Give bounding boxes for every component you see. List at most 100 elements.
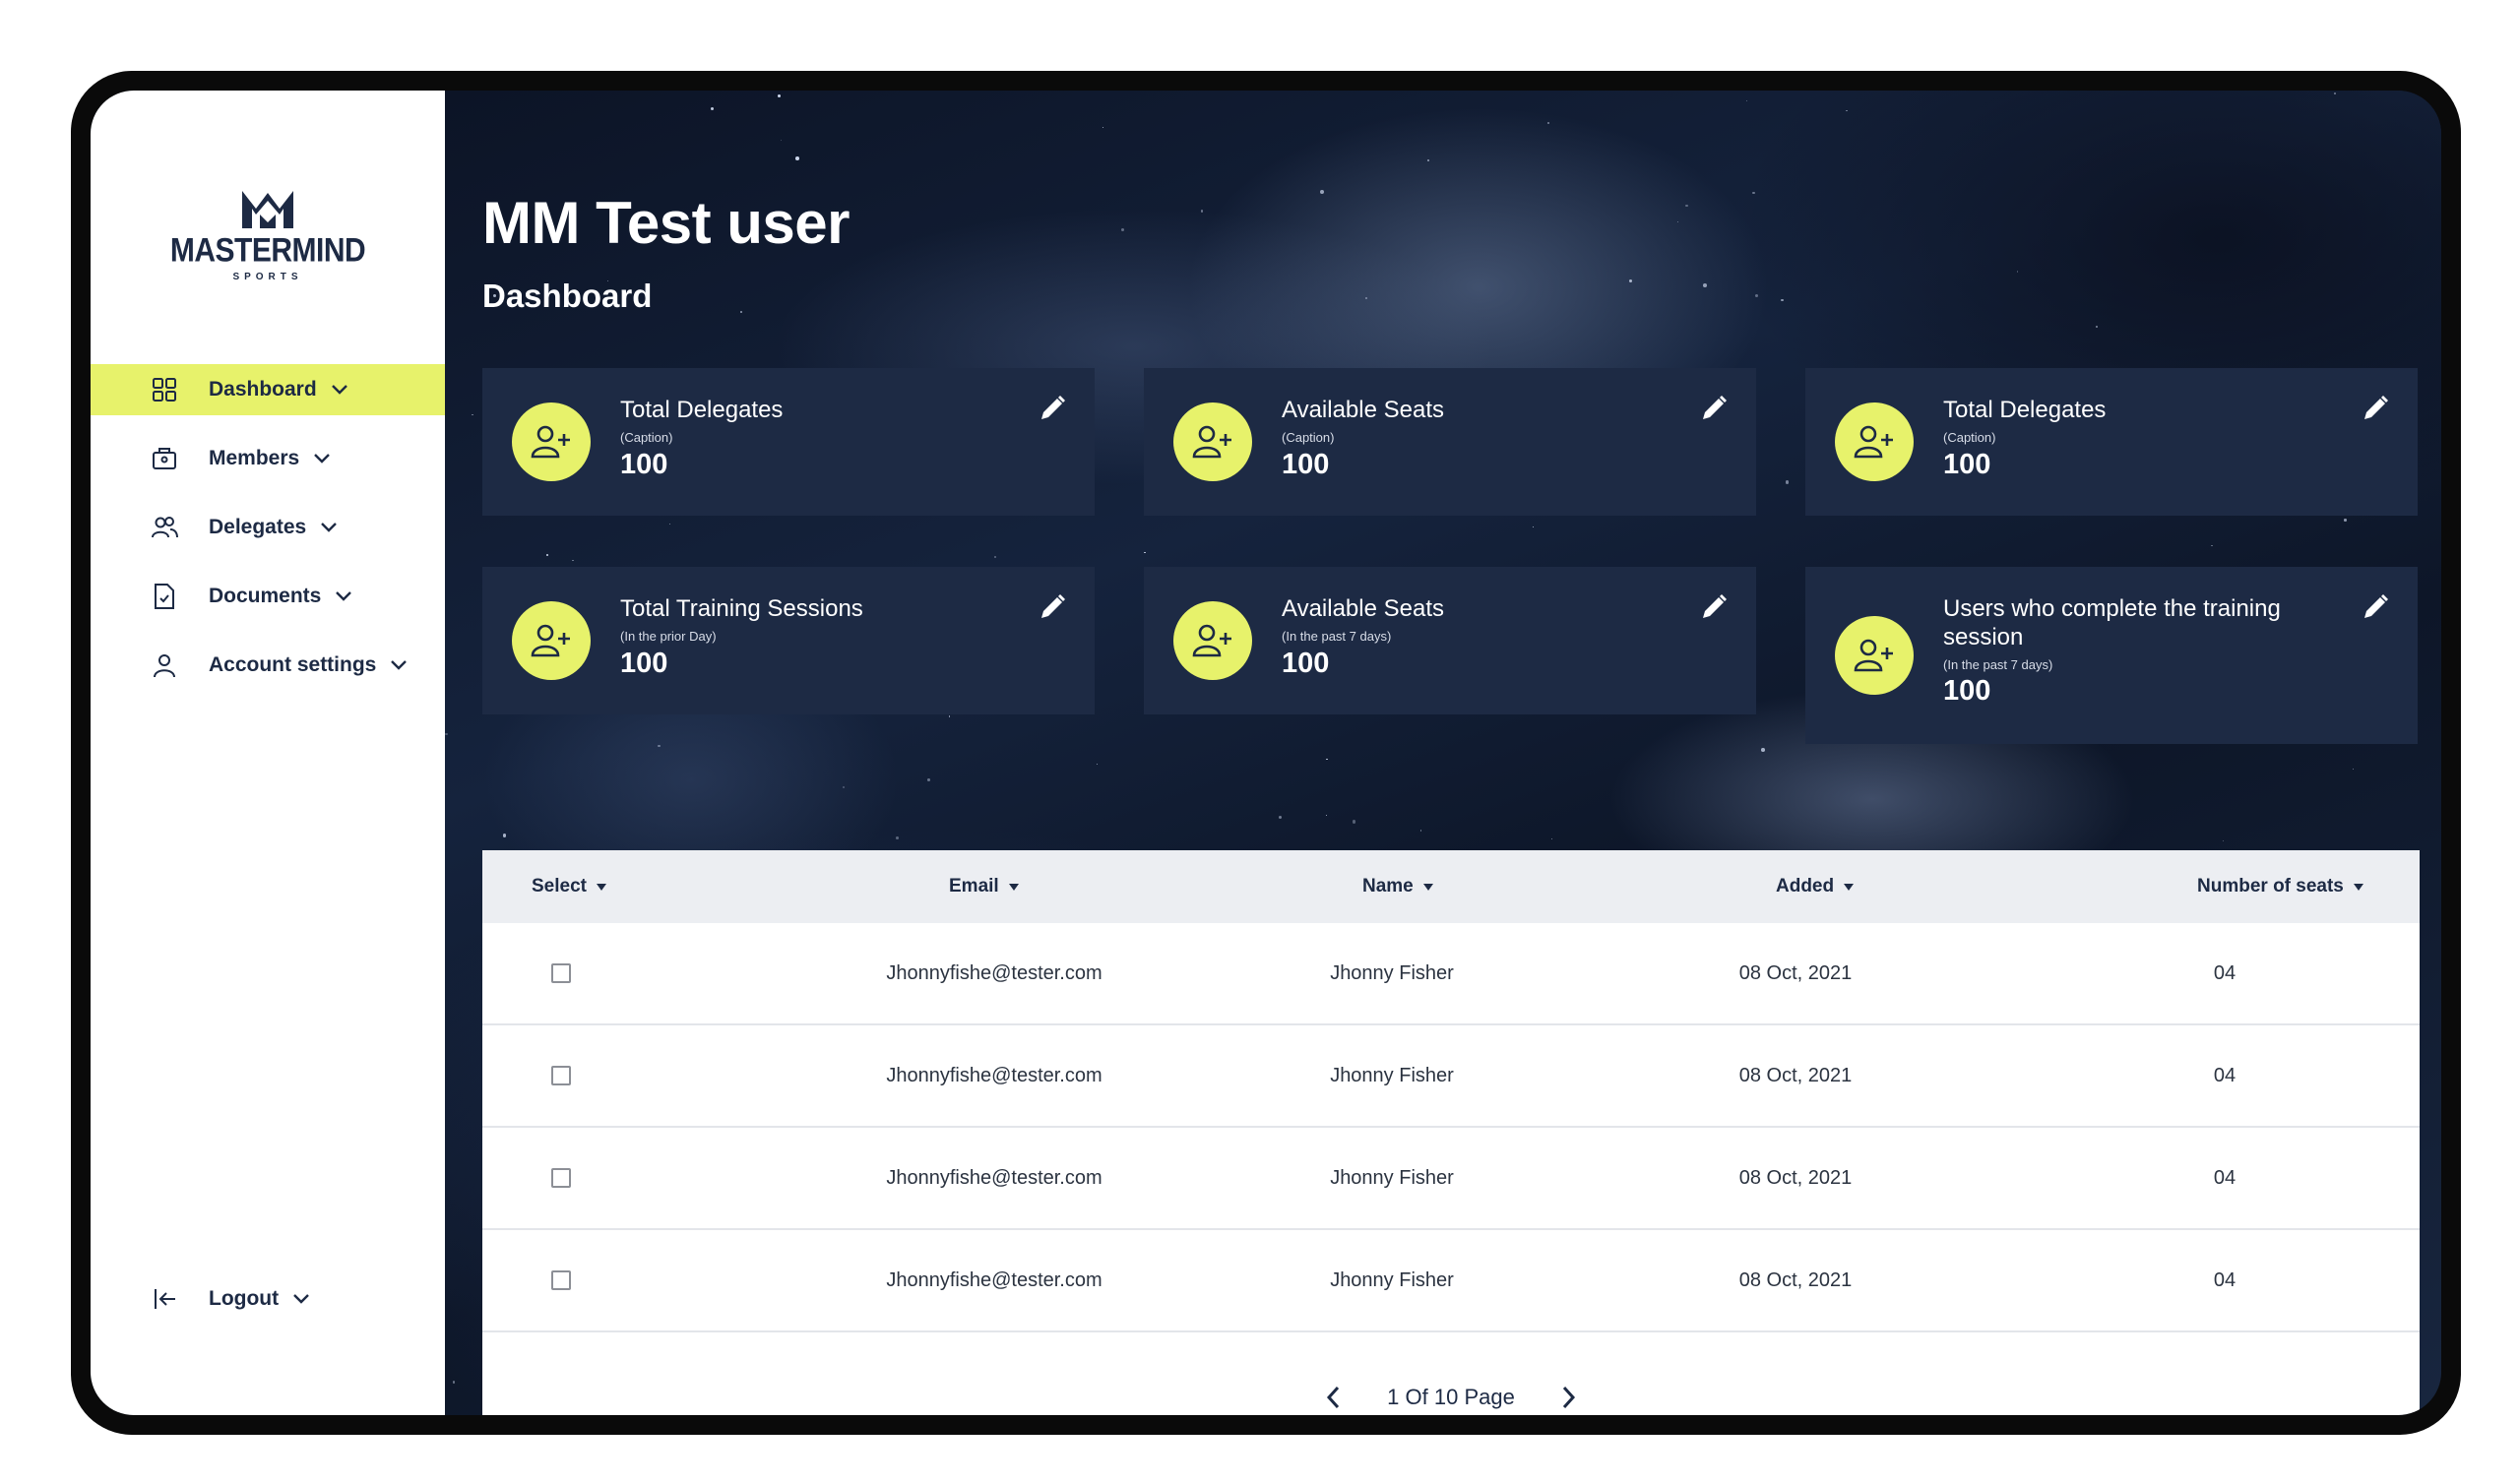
stat-card-title: Total Delegates — [1943, 397, 2107, 423]
stat-card-value: 100 — [1943, 675, 1991, 707]
chevron-right-icon[interactable] — [1554, 1383, 1584, 1412]
chevron-down-icon — [313, 453, 331, 464]
sidebar-item-members[interactable]: Members — [91, 433, 445, 484]
star-dot — [545, 554, 548, 557]
star-dot — [1846, 109, 1848, 111]
sidebar-item-label: Account settings — [209, 653, 377, 676]
table-row: Jhonnyfishe@tester.com Jhonny Fisher 08 … — [482, 1025, 2420, 1128]
star-dot — [1533, 526, 1535, 528]
add-user-icon — [1835, 616, 1914, 695]
stat-card[interactable]: Available Seats (Caption) 100 — [1144, 368, 1756, 516]
column-header-name[interactable]: Name — [1362, 876, 1433, 897]
row-checkbox[interactable] — [551, 1168, 571, 1188]
caret-down-icon — [596, 883, 606, 891]
star-dot — [1320, 190, 1325, 194]
stat-card-caption: (In the past 7 days) — [1943, 657, 2053, 672]
pencil-icon[interactable] — [1697, 392, 1731, 425]
star-dot — [1097, 763, 1099, 766]
pencil-icon[interactable] — [2359, 392, 2392, 425]
sidebar-item-label: Documents — [209, 585, 322, 607]
stat-card[interactable]: Available Seats (In the past 7 days) 100 — [1144, 567, 1756, 714]
column-header-email[interactable]: Email — [949, 876, 1019, 897]
stat-card-title: Total Delegates — [620, 397, 784, 423]
stat-card-value: 100 — [1943, 449, 1991, 480]
column-header-seats[interactable]: Number of seats — [2197, 876, 2363, 897]
star-dot — [1702, 283, 1707, 287]
chevron-left-icon[interactable] — [1318, 1383, 1348, 1412]
cell-email: Jhonnyfishe@tester.com — [886, 1268, 1102, 1291]
brand-sub: SPORTS — [232, 272, 303, 282]
pencil-icon[interactable] — [1036, 392, 1069, 425]
cell-email: Jhonnyfishe@tester.com — [886, 1166, 1102, 1189]
caret-down-icon — [2353, 883, 2363, 891]
cell-email: Jhonnyfishe@tester.com — [886, 1064, 1102, 1086]
star-dot — [1278, 816, 1282, 820]
chevron-down-icon — [390, 659, 408, 671]
star-dot — [452, 1381, 456, 1384]
grid-icon — [150, 375, 179, 404]
star-dot — [1785, 480, 1789, 484]
star-dot — [1547, 122, 1550, 125]
pagination: 1 Of 10 Page — [482, 1354, 2420, 1415]
column-header-select[interactable]: Select — [532, 876, 606, 897]
add-user-icon — [512, 402, 591, 481]
sidebar-item-account-settings[interactable]: Account settings — [91, 640, 445, 691]
stat-card-title: Total Training Sessions — [620, 595, 863, 622]
pencil-icon[interactable] — [1036, 590, 1069, 624]
star-dot — [711, 107, 715, 111]
star-dot — [1754, 293, 1758, 297]
page-subtitle: Dashboard — [482, 278, 653, 314]
logout-button[interactable]: Logout — [91, 1273, 445, 1325]
pencil-icon[interactable] — [1697, 590, 1731, 624]
cell-added: 08 Oct, 2021 — [1738, 1064, 1853, 1086]
star-dot — [927, 778, 930, 782]
stat-card[interactable]: Total Delegates (Caption) 100 — [1805, 368, 2418, 516]
chevron-down-icon — [335, 590, 352, 602]
star-dot — [2016, 271, 2019, 273]
star-dot — [2333, 93, 2336, 95]
stat-card[interactable]: Total Training Sessions (In the prior Da… — [482, 567, 1095, 714]
star-dot — [572, 559, 575, 562]
main-content: MM Test user Dashboard Total Delegates (… — [445, 91, 2441, 1415]
star-dot — [1629, 279, 1633, 283]
row-checkbox[interactable] — [551, 1270, 571, 1290]
star-dot — [1352, 820, 1356, 825]
sidebar-item-dashboard[interactable]: Dashboard — [91, 364, 445, 415]
star-dot — [1781, 298, 1785, 302]
chevron-down-icon — [320, 522, 338, 533]
stat-card[interactable]: Total Delegates (Caption) 100 — [482, 368, 1095, 516]
star-dot — [780, 140, 782, 142]
row-checkbox[interactable] — [551, 1066, 571, 1085]
briefcase-icon — [150, 444, 179, 473]
add-user-icon — [512, 601, 591, 680]
star-dot — [843, 786, 846, 789]
logout-label: Logout — [209, 1287, 280, 1310]
add-user-icon — [1173, 402, 1252, 481]
star-dot — [1326, 758, 1328, 760]
row-checkbox[interactable] — [551, 963, 571, 983]
star-dot — [1426, 158, 1429, 161]
sidebar-item-label: Dashboard — [209, 378, 317, 401]
stat-card-caption: (In the past 7 days) — [1282, 629, 1392, 644]
stat-card[interactable]: Users who complete the training session … — [1805, 567, 2418, 744]
sidebar: MASTERMIND SPORTS Dashboard Members Dele… — [91, 91, 445, 1415]
sidebar-item-label: Members — [209, 447, 300, 469]
sidebar-item-delegates[interactable]: Delegates — [91, 502, 445, 553]
cell-added: 08 Oct, 2021 — [1738, 1166, 1853, 1189]
column-header-added[interactable]: Added — [1776, 876, 1855, 897]
caret-down-icon — [1008, 883, 1019, 891]
stat-card-caption: (Caption) — [1943, 430, 1996, 445]
cell-seats: 04 — [2213, 1064, 2236, 1086]
star-dot — [658, 745, 661, 748]
stat-card-title: Available Seats — [1282, 595, 1444, 622]
cell-added: 08 Oct, 2021 — [1738, 1268, 1853, 1291]
cell-name: Jhonny Fisher — [1330, 961, 1454, 984]
stat-card-title: Available Seats — [1282, 397, 1444, 423]
pencil-icon[interactable] — [2359, 590, 2392, 624]
star-dot — [777, 93, 782, 98]
sidebar-item-documents[interactable]: Documents — [91, 571, 445, 622]
cell-seats: 04 — [2213, 1268, 2236, 1291]
star-dot — [668, 523, 670, 525]
star-dot — [949, 715, 951, 717]
star-dot — [1676, 221, 1678, 223]
